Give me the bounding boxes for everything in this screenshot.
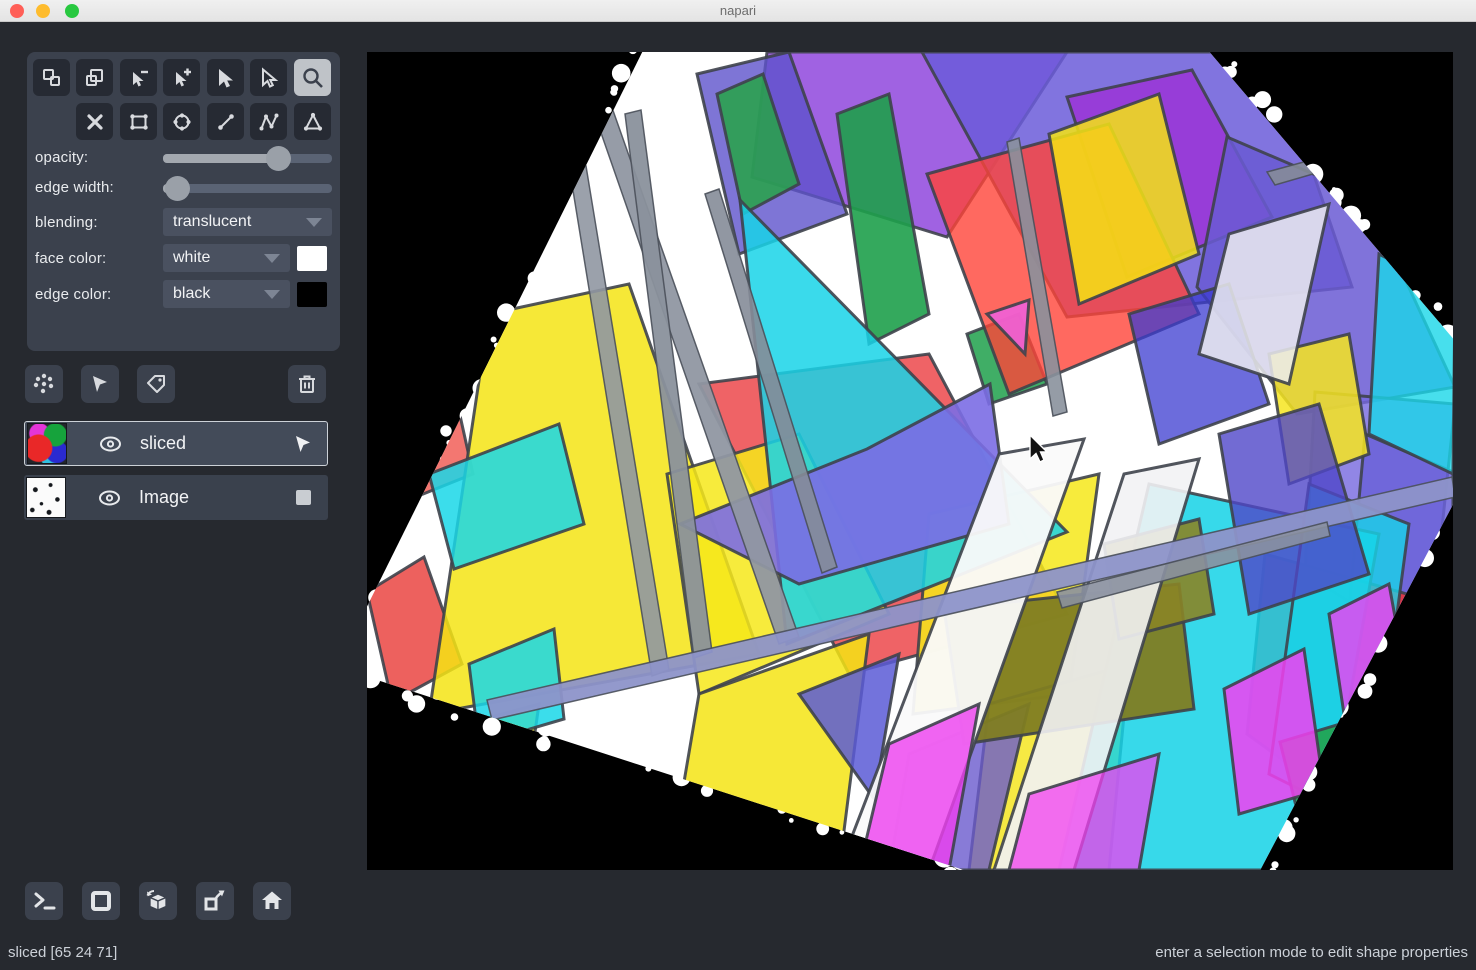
vertex-insert-icon bbox=[170, 66, 194, 90]
layer-thumbnail bbox=[27, 423, 67, 464]
new-points-layer-button[interactable] bbox=[25, 365, 63, 403]
transpose-icon bbox=[201, 887, 229, 915]
select-shapes-button[interactable] bbox=[207, 59, 244, 96]
rectangle-tool-button[interactable] bbox=[120, 103, 157, 140]
chevron-down-icon bbox=[306, 218, 322, 227]
transpose-button[interactable] bbox=[196, 882, 234, 920]
layer-name: Image bbox=[139, 487, 189, 508]
layer-name: sliced bbox=[140, 433, 186, 454]
face-color-value: white bbox=[173, 249, 210, 267]
line-tool-button[interactable] bbox=[207, 103, 244, 140]
layer-row-image[interactable]: Image bbox=[24, 475, 328, 520]
edge-width-slider-handle[interactable] bbox=[165, 176, 190, 201]
rectangle-tool-icon bbox=[127, 110, 151, 134]
chevron-down-icon bbox=[264, 290, 280, 299]
new-points-layer-icon bbox=[31, 371, 57, 397]
vertex-remove-icon bbox=[127, 66, 151, 90]
face-color-swatch[interactable] bbox=[297, 246, 327, 271]
direct-select-button[interactable] bbox=[250, 59, 287, 96]
vertex-remove-button[interactable] bbox=[120, 59, 157, 96]
move-front-button[interactable] bbox=[76, 59, 113, 96]
zoom-icon bbox=[300, 65, 326, 91]
opacity-slider[interactable] bbox=[163, 146, 332, 171]
blending-value: translucent bbox=[173, 213, 251, 231]
edge-width-slider[interactable] bbox=[163, 176, 332, 201]
polygon-tool-icon bbox=[301, 110, 325, 134]
edge-color-value: black bbox=[173, 285, 210, 303]
ndisplay-toggle-button[interactable] bbox=[82, 882, 120, 920]
select-shapes-icon bbox=[214, 66, 238, 90]
console-button[interactable] bbox=[25, 882, 63, 920]
move-front-icon bbox=[83, 66, 107, 90]
new-shapes-layer-icon bbox=[87, 371, 113, 397]
edge-color-dropdown[interactable]: black bbox=[163, 280, 290, 308]
delete-layer-icon bbox=[294, 371, 320, 397]
move-back-icon bbox=[40, 66, 64, 90]
titlebar: napari bbox=[0, 0, 1476, 22]
opacity-label: opacity: bbox=[35, 149, 88, 166]
ndisplay-toggle-icon bbox=[87, 887, 115, 915]
layer-controls-panel: opacity: edge width: blending: transluce… bbox=[27, 52, 340, 351]
delete-shape-icon bbox=[83, 110, 107, 134]
pan-zoom-button[interactable] bbox=[294, 59, 331, 96]
layer-row-sliced[interactable]: sliced bbox=[24, 421, 328, 466]
home-icon bbox=[258, 887, 286, 915]
blending-label: blending: bbox=[35, 214, 98, 231]
ellipse-tool-button[interactable] bbox=[163, 103, 200, 140]
blending-dropdown[interactable]: translucent bbox=[163, 208, 332, 236]
edge-color-label: edge color: bbox=[35, 286, 111, 303]
delete-layer-button[interactable] bbox=[288, 365, 326, 403]
new-labels-layer-button[interactable] bbox=[137, 365, 175, 403]
path-tool-icon bbox=[257, 110, 281, 134]
window-title: napari bbox=[0, 3, 1476, 18]
home-button[interactable] bbox=[253, 882, 291, 920]
new-shapes-layer-button[interactable] bbox=[81, 365, 119, 403]
edge-color-swatch[interactable] bbox=[297, 282, 327, 307]
viewer-canvas[interactable] bbox=[367, 52, 1453, 870]
image-layer-type-icon bbox=[292, 486, 316, 510]
canvas-svg bbox=[367, 52, 1453, 870]
opacity-slider-fill bbox=[163, 154, 278, 163]
move-back-button[interactable] bbox=[33, 59, 70, 96]
status-help-text: enter a selection mode to edit shape pro… bbox=[1155, 944, 1468, 961]
visibility-eye-icon[interactable] bbox=[96, 489, 123, 507]
path-tool-button[interactable] bbox=[250, 103, 287, 140]
chevron-down-icon bbox=[264, 254, 280, 263]
delete-shape-button[interactable] bbox=[76, 103, 113, 140]
roll-dimensions-button[interactable] bbox=[139, 882, 177, 920]
line-tool-icon bbox=[214, 110, 238, 134]
visibility-eye-icon[interactable] bbox=[97, 435, 124, 453]
face-color-label: face color: bbox=[35, 250, 106, 267]
layer-thumbnail bbox=[26, 477, 66, 518]
direct-select-icon bbox=[257, 66, 281, 90]
polygon-tool-button[interactable] bbox=[294, 103, 331, 140]
roll-dimensions-icon bbox=[143, 886, 173, 916]
edge-width-label: edge width: bbox=[35, 179, 114, 196]
console-icon bbox=[30, 887, 58, 915]
opacity-slider-handle[interactable] bbox=[266, 146, 291, 171]
ellipse-tool-icon bbox=[170, 110, 194, 134]
new-labels-layer-icon bbox=[143, 371, 169, 397]
shapes-layer-type-icon bbox=[291, 432, 315, 456]
status-coordinates: sliced [65 24 71] bbox=[8, 944, 117, 961]
face-color-dropdown[interactable]: white bbox=[163, 244, 290, 272]
vertex-insert-button[interactable] bbox=[163, 59, 200, 96]
